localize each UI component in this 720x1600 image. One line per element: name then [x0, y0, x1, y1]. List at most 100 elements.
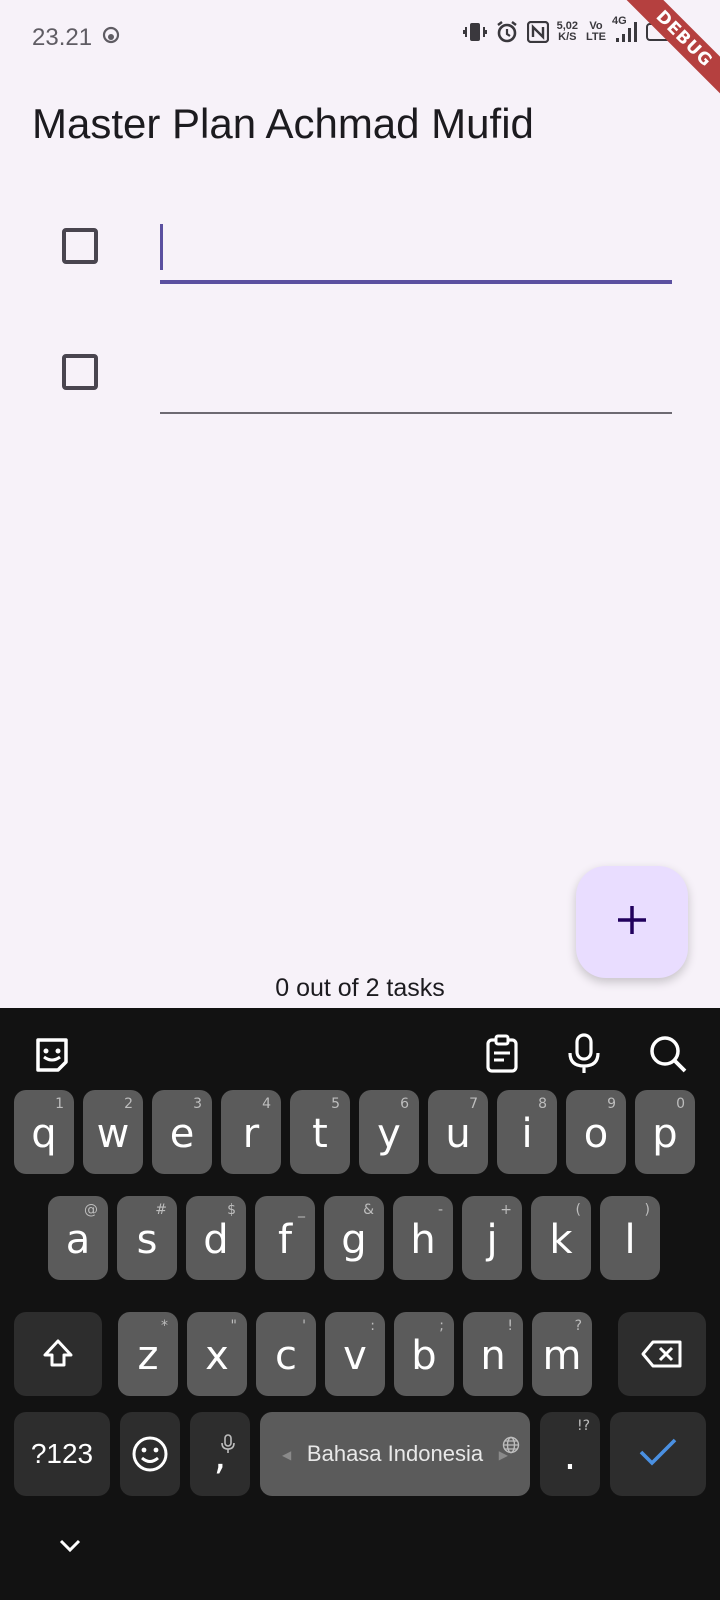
key-label: f	[277, 1217, 293, 1263]
key-hint: )	[644, 1202, 650, 1218]
key-label: p	[652, 1111, 678, 1157]
key-e[interactable]: 3e	[152, 1090, 212, 1174]
task-description-input[interactable]	[160, 212, 672, 284]
microphone-hint-icon	[220, 1418, 236, 1464]
key-label: x	[205, 1333, 229, 1379]
key-hint: *	[161, 1318, 168, 1334]
alarm-icon	[495, 20, 519, 44]
period-key[interactable]: !? .	[540, 1412, 600, 1496]
key-hint: '	[302, 1318, 306, 1334]
search-icon[interactable]	[646, 1032, 690, 1076]
key-label: z	[137, 1333, 159, 1379]
space-key[interactable]: ◀ Bahasa Indonesia ▶	[260, 1412, 530, 1496]
microphone-icon[interactable]	[562, 1032, 606, 1076]
clipboard-icon[interactable]	[480, 1032, 524, 1076]
input-underline	[160, 412, 672, 414]
key-hint: _	[298, 1202, 305, 1218]
debug-banner: DEBUG	[600, 0, 720, 120]
key-label: v	[343, 1333, 367, 1379]
key-label: m	[542, 1333, 582, 1379]
key-hint: 0	[676, 1096, 685, 1112]
key-label: k	[549, 1217, 573, 1263]
key-x[interactable]: " x	[187, 1312, 247, 1396]
soft-keyboard: 1q2w3e4r5t6y7u8i9o0p @ a # s $ d _ f & g - h + j(k) l …	[0, 1008, 720, 1600]
key-label: y	[377, 1111, 401, 1157]
hide-keyboard-chevron-icon[interactable]	[56, 1532, 84, 1560]
done-key[interactable]	[610, 1412, 706, 1496]
face-icon	[102, 26, 120, 49]
globe-icon	[502, 1418, 520, 1464]
key-n[interactable]: ! n	[463, 1312, 523, 1396]
network-speed: 5,02 K/S	[556, 20, 579, 43]
key-g[interactable]: & g	[324, 1196, 384, 1280]
status-time: 23.21	[32, 24, 93, 51]
key-label: q	[31, 1111, 57, 1157]
key-y[interactable]: 6y	[359, 1090, 419, 1174]
key-hint: 1	[55, 1096, 64, 1112]
key-r[interactable]: 4r	[221, 1090, 281, 1174]
key-f[interactable]: _ f	[255, 1196, 315, 1280]
key-hint: 7	[469, 1096, 478, 1112]
key-k[interactable]: (k	[531, 1196, 591, 1280]
backspace-key[interactable]	[618, 1312, 706, 1396]
key-hint: $	[227, 1202, 236, 1218]
task-count-label: 0 out of 2 tasks	[275, 974, 445, 1002]
task-checkbox[interactable]	[62, 228, 98, 264]
key-o[interactable]: 9o	[566, 1090, 626, 1174]
debug-label: DEBUG	[618, 0, 720, 105]
key-j[interactable]: + j	[462, 1196, 522, 1280]
emoji-key[interactable]	[120, 1412, 180, 1496]
key-b[interactable]: ; b	[394, 1312, 454, 1396]
key-h[interactable]: -h	[393, 1196, 453, 1280]
shift-key[interactable]	[14, 1312, 102, 1396]
key-label: o	[583, 1111, 609, 1157]
key-l[interactable]: ) l	[600, 1196, 660, 1280]
vibrate-icon	[462, 21, 487, 43]
key-d[interactable]: $ d	[186, 1196, 246, 1280]
key-c[interactable]: ' c	[256, 1312, 316, 1396]
key-m[interactable]: ? m	[532, 1312, 592, 1396]
comma-key[interactable]: ,	[190, 1412, 250, 1496]
nfc-icon	[526, 21, 549, 43]
key-v[interactable]: :v	[325, 1312, 385, 1396]
key-hint: !	[507, 1318, 513, 1334]
key-i[interactable]: 8i	[497, 1090, 557, 1174]
input-underline	[160, 280, 672, 284]
key-z[interactable]: * z	[118, 1312, 178, 1396]
key-hint: ?	[574, 1318, 582, 1334]
key-label: d	[203, 1217, 229, 1263]
key-hint: 5	[331, 1096, 340, 1112]
key-label: t	[312, 1111, 328, 1157]
keyboard-toolbar	[0, 1008, 720, 1098]
task-row	[0, 318, 720, 438]
symbols-key[interactable]: ?123	[14, 1412, 110, 1496]
key-label: g	[341, 1217, 367, 1263]
key-hint: 8	[538, 1096, 547, 1112]
key-label: s	[136, 1217, 158, 1263]
key-hint: 2	[124, 1096, 133, 1112]
key-label: b	[411, 1333, 437, 1379]
key-w[interactable]: 2w	[83, 1090, 143, 1174]
key-hint: 3	[193, 1096, 202, 1112]
key-s[interactable]: # s	[117, 1196, 177, 1280]
key-p[interactable]: 0p	[635, 1090, 695, 1174]
key-q[interactable]: 1q	[14, 1090, 74, 1174]
space-left-arrow-icon: ◀	[282, 1448, 292, 1462]
key-hint: ;	[439, 1318, 444, 1334]
emoji-sticker-icon[interactable]	[30, 1032, 74, 1076]
key-hint: +	[500, 1202, 512, 1218]
checkmark-icon	[638, 1431, 678, 1477]
key-t[interactable]: 5t	[290, 1090, 350, 1174]
page-title: Master Plan Achmad Mufid	[32, 100, 534, 147]
task-checkbox[interactable]	[62, 354, 98, 390]
key-label: j	[486, 1217, 498, 1263]
key-label: u	[445, 1111, 471, 1157]
add-task-button[interactable]	[576, 866, 688, 978]
task-description-input[interactable]	[160, 342, 672, 414]
key-hint: 9	[607, 1096, 616, 1112]
add-icon	[615, 903, 649, 942]
key-hint: &	[363, 1202, 374, 1218]
key-label: i	[521, 1111, 533, 1157]
key-a[interactable]: @ a	[48, 1196, 108, 1280]
key-u[interactable]: 7u	[428, 1090, 488, 1174]
